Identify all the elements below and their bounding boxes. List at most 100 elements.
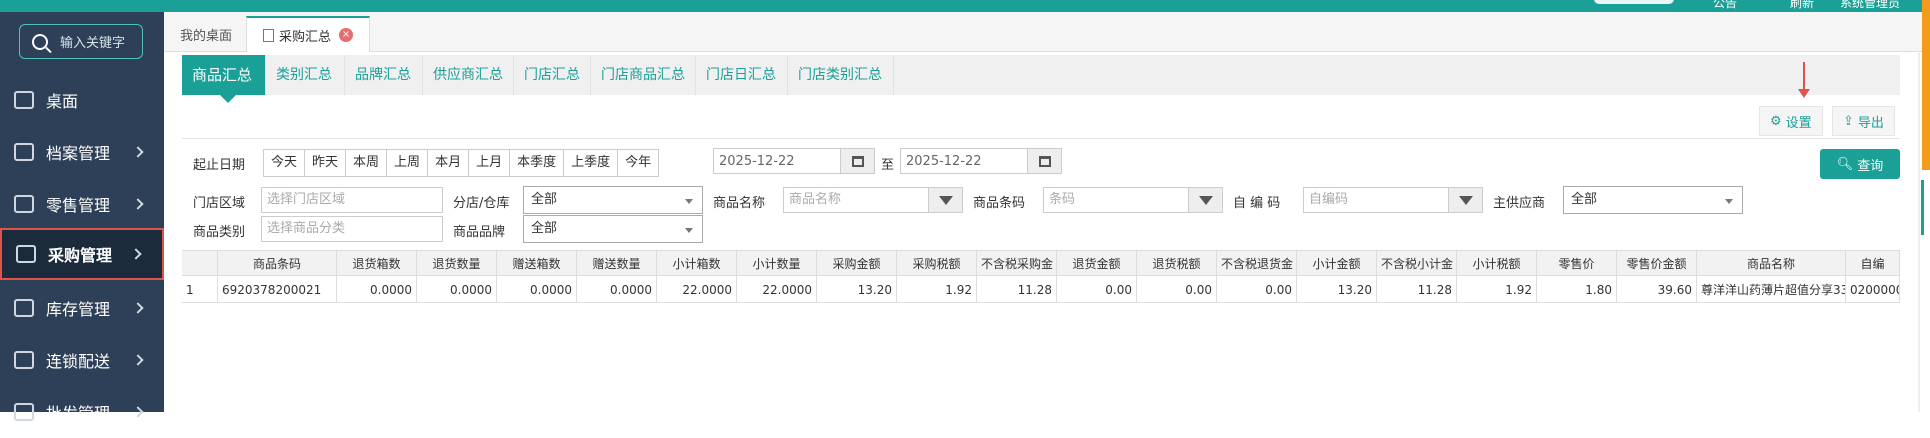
category-input[interactable]: 选择商品分类 — [261, 216, 443, 242]
branch-select[interactable]: 全部 — [523, 186, 703, 214]
top-header-bar: 公告 刷新 系统管理员 — [0, 0, 1930, 12]
export-icon: ⇪ — [1843, 113, 1854, 129]
table-cell: 22.0000 — [737, 277, 817, 303]
sidebar-item-purchase[interactable]: 采购管理 — [0, 228, 164, 280]
cell-selfcode: 0200000 — [1846, 277, 1900, 303]
column-header[interactable]: 商品条码 — [218, 251, 337, 277]
column-header[interactable]: 退货税额 — [1137, 251, 1217, 277]
subtab-store-summary[interactable]: 门店汇总 — [514, 55, 591, 95]
supplier-label: 主供应商 — [1493, 196, 1546, 211]
column-header[interactable]: 小计税额 — [1457, 251, 1537, 277]
quick-date-this-month[interactable]: 本月 — [428, 150, 470, 176]
column-header[interactable]: 退货金额 — [1057, 251, 1137, 277]
barcode-input[interactable]: 条码 — [1043, 187, 1223, 213]
export-button[interactable]: ⇪ 导出 — [1832, 106, 1895, 136]
store-area-label: 门店区域 — [193, 196, 246, 211]
column-header[interactable]: 采购金额 — [817, 251, 897, 277]
column-header[interactable]: 退货数量 — [417, 251, 497, 277]
column-header[interactable]: 零售价 — [1537, 251, 1617, 277]
date-range-label: 起止日期 — [193, 158, 246, 173]
user-menu[interactable]: 系统管理员 — [1840, 0, 1900, 11]
filter-icon[interactable] — [1188, 188, 1222, 212]
table-cell: 0.0000 — [577, 277, 657, 303]
table-row[interactable]: 1 6920378200021 0.0000 0.0000 0.0000 0.0… — [182, 277, 1900, 303]
column-header[interactable]: 赠送箱数 — [497, 251, 577, 277]
date-from-input[interactable]: 2025-12-22 — [713, 148, 875, 174]
column-header[interactable]: 商品名称 — [1697, 251, 1846, 277]
quick-date-last-month[interactable]: 上月 — [469, 150, 511, 176]
filter-icon[interactable] — [928, 188, 962, 212]
calendar-icon[interactable] — [840, 149, 874, 173]
column-header[interactable]: 退货箱数 — [337, 251, 417, 277]
subtab-supplier-summary[interactable]: 供应商汇总 — [423, 55, 514, 95]
column-header[interactable]: 小计数量 — [737, 251, 817, 277]
calendar-icon[interactable] — [1027, 149, 1061, 173]
subtab-store-product-summary[interactable]: 门店商品汇总 — [591, 55, 696, 95]
gear-icon: ⚙ — [1770, 113, 1782, 129]
sidebar-item-desktop[interactable]: 桌面 — [0, 74, 164, 126]
cell-product-name: 尊洋洋山药薄片超值分享33 — [1697, 277, 1846, 303]
sidebar-item-retail[interactable]: 零售管理 — [0, 178, 164, 230]
column-header[interactable]: 不含税退货金 — [1217, 251, 1297, 277]
supplier-select[interactable]: 全部 — [1563, 186, 1743, 214]
column-header[interactable]: 不含税采购金 — [977, 251, 1057, 277]
query-button[interactable]: 🔍︎ 查询 — [1820, 149, 1900, 179]
sidebar-item-chain-delivery[interactable]: 连锁配送 — [0, 334, 164, 386]
column-header[interactable] — [182, 251, 218, 277]
sidebar-search-input[interactable]: 输入关键字 — [19, 24, 143, 59]
vertical-scrollbar[interactable] — [1918, 50, 1920, 412]
quick-date-yesterday[interactable]: 昨天 — [305, 150, 347, 176]
column-header[interactable]: 小计金额 — [1297, 251, 1377, 277]
quick-date-last-week[interactable]: 上周 — [387, 150, 429, 176]
store-area-input[interactable]: 选择门店区域 — [261, 187, 443, 213]
column-header[interactable]: 不含税小计金 — [1377, 251, 1457, 277]
close-icon[interactable]: × — [339, 28, 354, 42]
quick-date-this-year[interactable]: 今年 — [618, 150, 658, 176]
table-cell: 0.00 — [1057, 277, 1137, 303]
divider — [182, 138, 1900, 139]
page-tabs: 我的桌面 采购汇总 × — [164, 12, 1930, 52]
column-header[interactable]: 赠送数量 — [577, 251, 657, 277]
selfcode-input[interactable]: 自编码 — [1303, 187, 1483, 213]
refresh-link[interactable]: 刷新 — [1790, 0, 1814, 11]
cell-barcode: 6920378200021 — [218, 277, 337, 303]
chevron-right-icon — [132, 198, 144, 210]
tab-purchase-summary[interactable]: 采购汇总 × — [246, 16, 371, 52]
table-cell: 39.60 — [1617, 277, 1697, 303]
table-cell: 0.00 — [1137, 277, 1217, 303]
subtab-product-summary[interactable]: 商品汇总 — [182, 55, 266, 103]
column-header[interactable]: 自编 — [1846, 251, 1900, 277]
quick-date-this-quarter[interactable]: 本季度 — [510, 150, 565, 176]
table-cell: 0.0000 — [337, 277, 417, 303]
quick-date-this-week[interactable]: 本周 — [346, 150, 388, 176]
table-cell: 1.80 — [1537, 277, 1617, 303]
date-to-input[interactable]: 2025-12-22 — [900, 148, 1062, 174]
chevron-right-icon — [130, 248, 142, 260]
chevron-right-icon — [132, 406, 144, 418]
inventory-icon — [14, 299, 34, 317]
quick-date-today[interactable]: 今天 — [264, 150, 306, 176]
table-cell: 13.20 — [817, 277, 897, 303]
tab-my-desktop[interactable]: 我的桌面 — [164, 16, 248, 52]
filter-icon[interactable] — [1448, 188, 1482, 212]
column-header[interactable]: 小计箱数 — [657, 251, 737, 277]
table-cell: 13.20 — [1297, 277, 1377, 303]
quick-date-last-quarter[interactable]: 上季度 — [564, 150, 619, 176]
sidebar-item-wholesale[interactable]: 批发管理 — [0, 386, 164, 438]
column-header[interactable]: 采购税额 — [897, 251, 977, 277]
product-name-input[interactable]: 商品名称 — [783, 187, 963, 213]
annotation-arrow — [1798, 62, 1810, 98]
notice-link[interactable]: 公告 — [1713, 0, 1737, 11]
brand-select[interactable]: 全部 — [523, 215, 703, 243]
subtab-brand-summary[interactable]: 品牌汇总 — [345, 55, 423, 95]
sidebar-item-inventory[interactable]: 库存管理 — [0, 282, 164, 334]
settings-button[interactable]: ⚙ 设置 — [1759, 106, 1823, 136]
subtab-category-summary[interactable]: 类别汇总 — [266, 55, 345, 95]
sidebar-item-archive[interactable]: 档案管理 — [0, 126, 164, 178]
table-cell: 0.0000 — [497, 277, 577, 303]
side-accent-bar — [1922, 0, 1930, 170]
column-header[interactable]: 零售价金额 — [1617, 251, 1697, 277]
subtab-store-category-summary[interactable]: 门店类别汇总 — [788, 55, 894, 95]
table-cell: 22.0000 — [657, 277, 737, 303]
subtab-store-daily-summary[interactable]: 门店日汇总 — [696, 55, 788, 95]
